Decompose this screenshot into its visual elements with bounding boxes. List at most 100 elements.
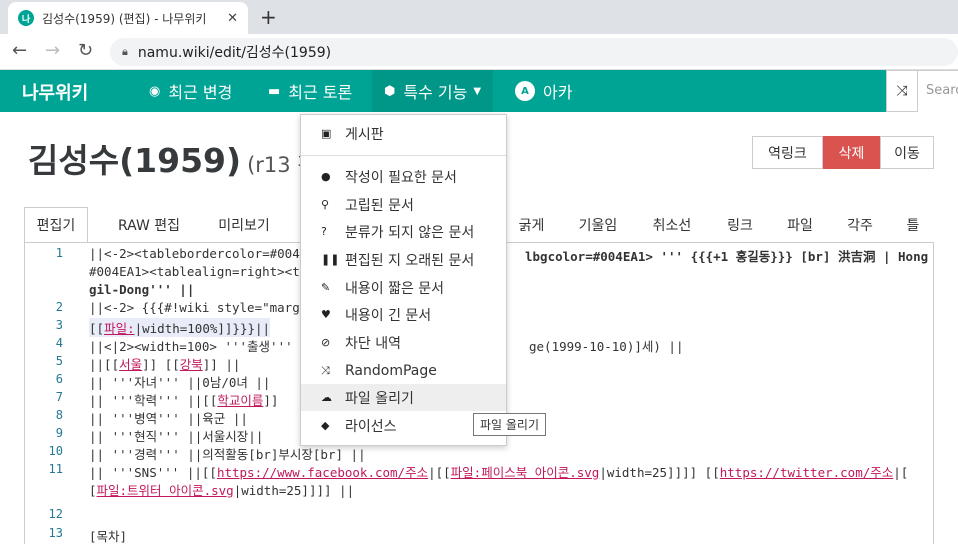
nav-label: 특수 기능 [403,83,468,102]
code-text: ||[[서울]] [[강북]] || [89,354,240,373]
exclamation-icon: ● [321,170,331,183]
code-text: || '''학력''' ||[[학교이름]] [89,390,278,409]
tab-raw-edit[interactable]: RAW 편집 [104,207,194,243]
menu-item-label: 게시판 [345,126,384,143]
menu-item-label: 고립된 문서 [345,197,414,214]
move-button[interactable]: 이동 [880,136,934,169]
tab-preview[interactable]: 미리보기 [204,207,284,243]
search-input[interactable]: Search [918,70,958,112]
delete-button[interactable]: 삭제 [823,136,880,169]
code-text: || '''현직''' ||서울시장|| [89,426,263,445]
nav-special-functions[interactable]: ⬢ 특수 기능 ▼ [372,70,494,112]
code-segment: |[ [893,465,909,480]
code-line[interactable]: [파일:트위터 아이콘.svg|width=25]]]] || [25,480,925,498]
title-text: 김성수(1959) [28,141,242,180]
code-text: || '''경력''' ||의적활동[br]부시장[br] || [89,444,366,463]
comment-icon: ▬ [268,83,281,99]
menu-item-exclamation[interactable]: ● 작성이 필요한 문서 [301,163,506,190]
menu-item-upload[interactable]: ☁ 파일 올리기 [301,384,506,411]
code-segment: |width=25]]]] || [233,483,355,498]
code-text: [[파일:|width=100%]]}}}|| [89,318,271,337]
code-segment: ]] [[ [142,357,180,372]
address-bar: ← → ↻ 🔒︎ namu.wiki/edit/김성수(1959) [0,34,958,70]
page-action-buttons: 역링크 삭제 이동 [752,136,934,169]
browser-tab[interactable]: 나 김성수(1959) (편집) - 나무위키 ✕ [8,2,248,34]
tab-editor[interactable]: 편집기 [24,207,88,243]
close-tab-icon[interactable]: ✕ [227,11,238,26]
browser-tab-bar: 나 김성수(1959) (편집) - 나무위키 ✕ + [0,0,958,34]
lock-icon: 🔒︎ [122,45,128,58]
menu-item-label: 내용이 긴 문서 [345,307,432,324]
line-number: 7 [55,390,63,404]
line-number: 11 [48,462,63,476]
bold-button[interactable]: 굵게 [509,207,554,243]
menu-item-question[interactable]: ? 분류가 되지 않은 문서 [301,218,506,245]
line-number: 6 [55,372,63,386]
pencil-icon: ✎ [321,281,331,294]
nav-recent-discussion[interactable]: ▬ 최근 토론 [264,70,356,112]
italic-button[interactable]: 기울임 [572,207,624,243]
line-number: 13 [48,526,63,540]
question-icon: ? [321,225,327,238]
heart-icon: ♥ [321,308,331,321]
wiki-link: 서울 [119,357,143,372]
line-number: 5 [55,354,63,368]
code-segment: ge(1999-10-10)]세) || [529,339,684,354]
special-functions-menu: ▣ 게시판 ● 작성이 필요한 문서 ⚲ 고립된 문서? 분류가 되지 않은 문서 ❚❚ 편집된… [300,114,507,446]
code-text: [파일:트위터 아이콘.svg|width=25]]]] || [89,480,354,499]
menu-item-pause[interactable]: ❚❚ 편집된 지 오래된 문서 [301,246,506,273]
code-segment: ||<-2> {{{#!wiki style="margin: [89,300,323,315]
cube-icon: ⬢ [384,83,396,99]
template-button[interactable]: 틀 [898,207,928,243]
menu-item-label: 차단 내역 [345,335,401,352]
code-text: ||<-2> {{{#!wiki style="margin: [89,300,322,315]
footnote-button[interactable]: 각주 [838,207,882,243]
url-text: namu.wiki/edit/김성수(1959) [137,45,332,61]
menu-item-pencil[interactable]: ✎ 내용이 짧은 문서 [301,274,506,301]
namu-favicon-icon: 나 [18,10,34,26]
link-button[interactable]: 링크 [718,207,762,243]
menu-item-label: 분류가 되지 않은 문서 [345,224,475,241]
file-button[interactable]: 파일 [778,207,822,243]
nav-recent-changes[interactable]: ◉ 최근 변경 [145,70,236,112]
code-text: ||<|2><width=100> '''출생''' ge(1999-10-10)… [89,336,684,355]
menu-item-link[interactable]: ⚲ 고립된 문서 [301,191,506,218]
line-number: 8 [55,408,63,422]
caret-down-icon: ▼ [473,85,482,97]
menu-item-label: 편집된 지 오래된 문서 [345,252,475,269]
forward-icon[interactable]: → [45,40,60,61]
backlink-button[interactable]: 역링크 [752,136,823,169]
line-number: 10 [48,444,63,458]
code-text: [목차] [89,526,127,544]
menu-item-ban[interactable]: ⊘ 차단 내역 [301,329,506,356]
code-line[interactable]: 12 [25,507,925,525]
line-number: 2 [55,300,63,314]
menu-divider [301,155,506,156]
tab-title: 김성수(1959) (편집) - 나무위키 [42,11,207,26]
page-title: 김성수(1959) (r13 편 [28,134,317,182]
code-segment: || '''SNS''' ||[[ [89,465,217,480]
url-field[interactable]: 🔒︎ namu.wiki/edit/김성수(1959) [110,38,958,66]
search-box: ⤨ Search [886,70,958,112]
code-line[interactable]: 11 || '''SNS''' ||[[https://www.facebook.… [25,462,925,480]
menu-item-shuffle[interactable]: ⤨ RandomPage [301,357,506,384]
random-shuffle-icon[interactable]: ⤨ [886,70,918,112]
back-icon[interactable]: ← [12,40,27,61]
wiki-link: 강북 [179,357,203,372]
menu-item-board[interactable]: ▣ 게시판 [301,120,506,147]
code-text: ||<-2><tablebordercolor=#004EA1 lbgcolor=… [89,246,928,264]
code-line[interactable]: 10 || '''경력''' ||의적활동[br]부시장[br] || [25,444,925,462]
site-logo[interactable]: 나무위키 [22,79,88,105]
ban-icon: ⊘ [321,336,331,349]
menu-item-heart[interactable]: ♥ 내용이 긴 문서 [301,301,506,328]
code-line[interactable]: 13 [목차] [25,526,925,544]
shuffle-icon: ⤨ [321,363,330,377]
strikethrough-button[interactable]: 취소선 [644,207,700,243]
code-text: || '''자녀''' ||0남/0녀 || [89,372,270,391]
reload-icon[interactable]: ↻ [78,40,93,61]
line-number: 12 [48,507,63,521]
pause-icon: ❚❚ [321,253,340,266]
new-tab-button[interactable]: + [260,5,277,29]
line-number: 1 [55,246,63,260]
nav-arca[interactable]: A 아카 [515,70,572,112]
